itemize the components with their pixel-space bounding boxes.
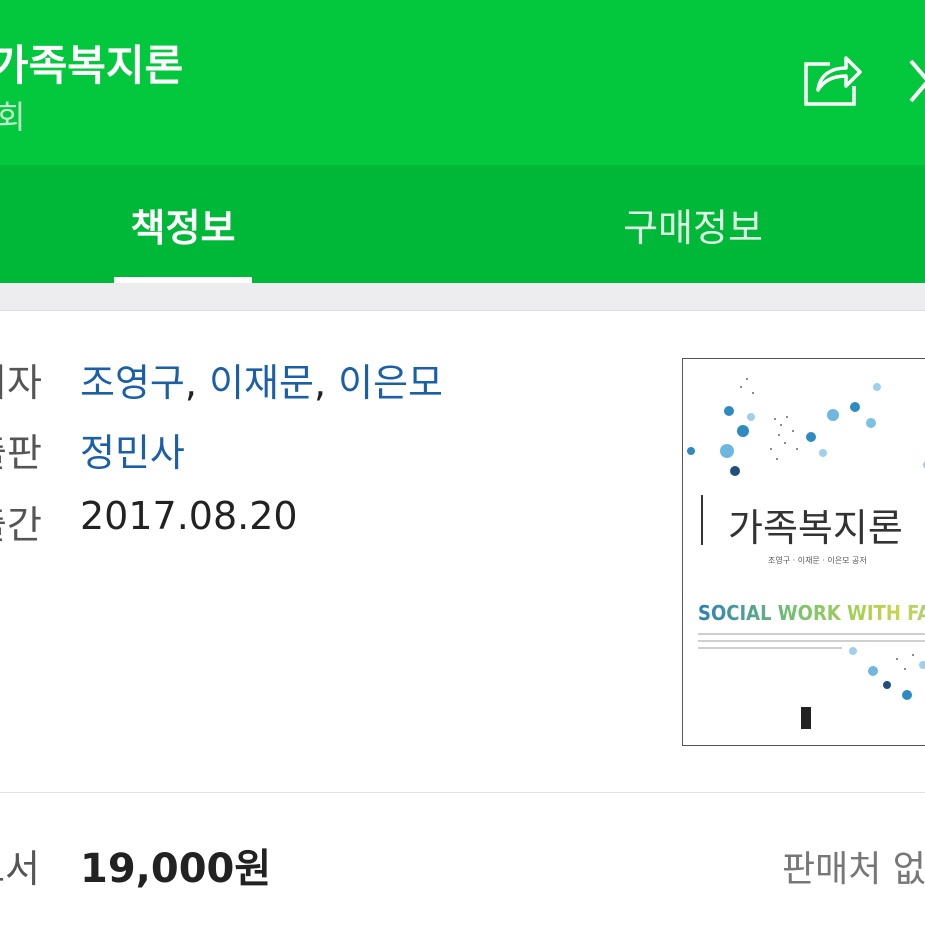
share-button[interactable] <box>800 48 864 112</box>
price-label: 도서 <box>0 847 40 891</box>
section-gap <box>0 283 925 311</box>
publisher-row: 출판 정민사 <box>0 422 680 482</box>
share-icon <box>804 56 862 106</box>
raindrop-pattern <box>687 378 925 729</box>
author-link[interactable]: 이은모 <box>338 361 443 405</box>
page-title: 가족복지론 <box>0 41 184 90</box>
author-link[interactable]: 조영구 <box>80 361 185 405</box>
cover-english-title: SOCIAL WORK WITH FAMILIES <box>698 601 925 625</box>
divider <box>0 792 925 793</box>
tab-book-info[interactable]: 책정보 <box>0 165 366 283</box>
cover-title-bar <box>701 495 703 545</box>
author-row: 저자 조영구, 이재문, 이은모 <box>0 352 680 412</box>
publisher-label: 출판 <box>0 431 42 475</box>
publisher-link[interactable]: 정민사 <box>80 422 185 477</box>
book-cover[interactable]: 가족복지론 조영구 · 이재문 · 이은모 공저 SOCIAL WORK WIT… <box>682 358 925 746</box>
publish-date: 2017.08.20 <box>80 494 298 538</box>
cover-title: 가족복지론 <box>728 506 903 550</box>
cover-authors: 조영구 · 이재문 · 이은모 공저 <box>768 556 867 565</box>
author-label: 저자 <box>0 361 42 405</box>
tab-purchase-info[interactable]: 구매정보 <box>510 165 876 283</box>
cover-english-title-text: SOCIAL WORK WITH FAMILIES <box>698 601 925 625</box>
close-icon <box>909 59 925 103</box>
author-list: 조영구, 이재문, 이은모 <box>80 361 444 405</box>
tab-bar: 책정보 구매정보 <box>0 165 925 283</box>
price-value: 19,000원 <box>80 846 272 892</box>
cover-description <box>698 633 925 655</box>
date-label: 출간 <box>0 503 42 547</box>
date-row: 출간 2017.08.20 <box>0 494 680 554</box>
page-subtitle: 회 <box>0 98 26 136</box>
seller-status: 판매처 없 <box>782 849 925 890</box>
app-header: 가족복지론 회 <box>0 0 925 165</box>
author-link[interactable]: 이재문 <box>209 361 314 405</box>
close-button[interactable] <box>905 55 925 107</box>
